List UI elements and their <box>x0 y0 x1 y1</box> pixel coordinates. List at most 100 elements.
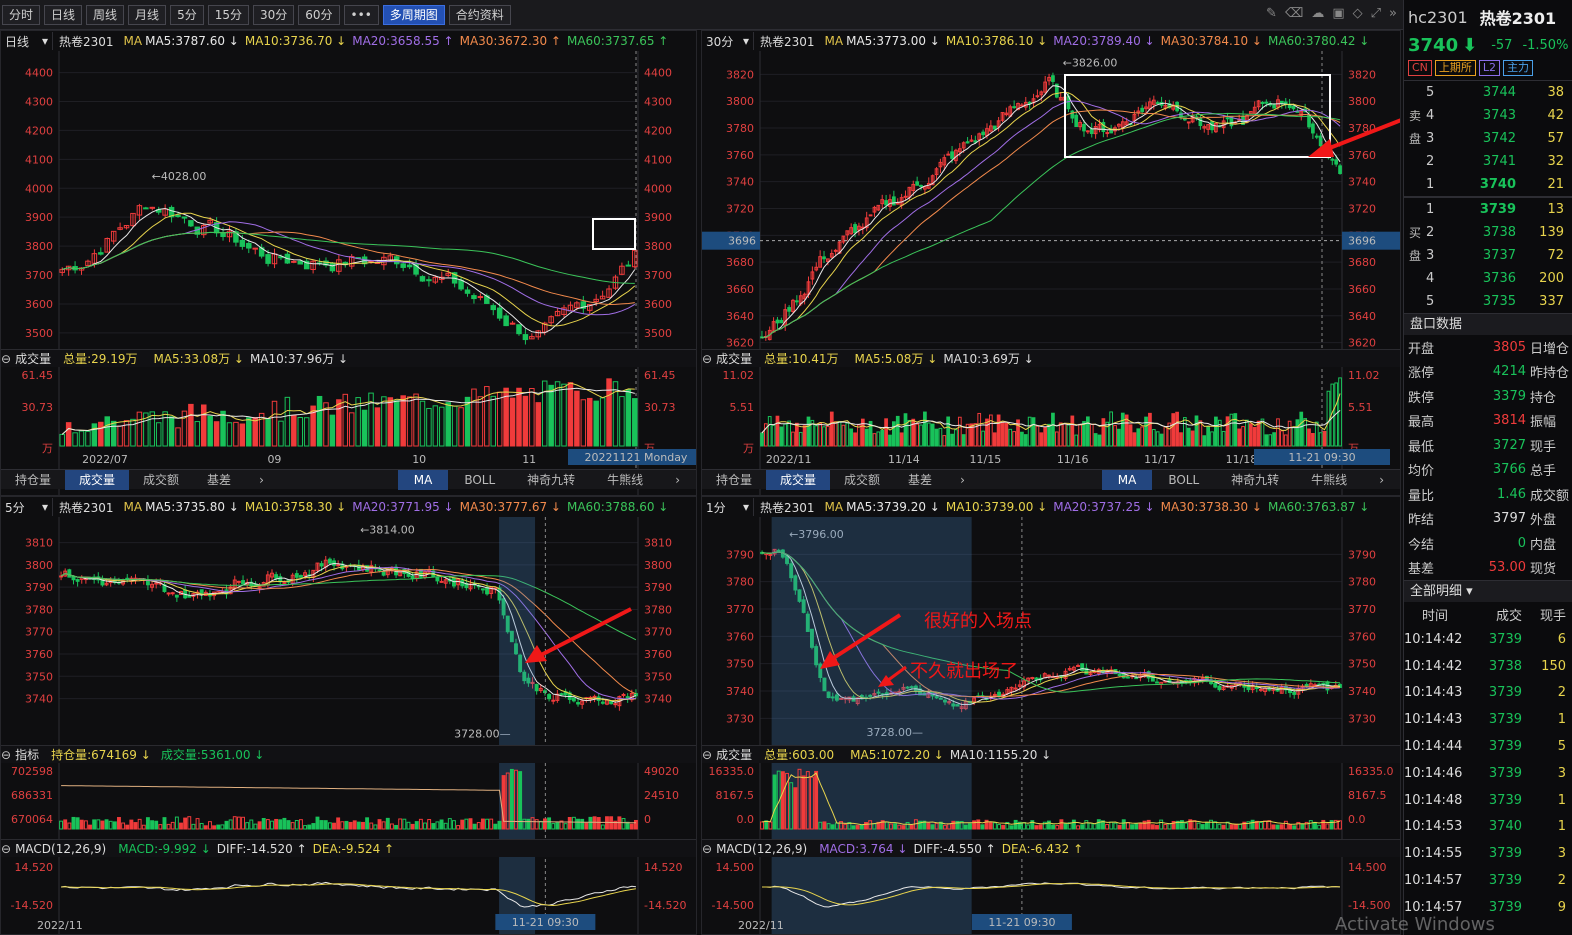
period-button-0[interactable]: 分时 <box>2 4 41 25</box>
volume-bar <box>1163 426 1168 447</box>
collapse-icon[interactable]: ⊖ <box>1 352 11 366</box>
candle-body <box>187 595 192 598</box>
collapse-icon[interactable]: ⊖ <box>702 352 712 366</box>
period-button-4[interactable]: 5分 <box>170 4 204 25</box>
tick-time: 10:14:57 <box>1404 899 1463 915</box>
volume-bar <box>522 395 529 447</box>
volume-bar <box>779 426 784 447</box>
ma60-line <box>62 231 635 284</box>
chevron-right-icon[interactable]: › <box>946 470 979 490</box>
volume-bar <box>923 411 927 447</box>
volume-bar <box>1299 411 1304 447</box>
selection-range[interactable] <box>499 517 536 935</box>
period-button-10[interactable]: 合约资料 <box>448 4 511 25</box>
tick-volume: 3 <box>1557 846 1566 862</box>
volume-bar <box>278 819 283 830</box>
tool-icon-6[interactable]: » <box>1389 6 1397 21</box>
bid-row[interactable]: 4 3736 200 <box>1404 267 1572 290</box>
volume-header: ⊖ 成交量 总量:29.19万 MA5:33.08万 ↓ MA10:37.96万 ↓ <box>1 349 696 367</box>
volume-bar <box>1034 825 1039 830</box>
volume-bar <box>580 399 587 447</box>
tab-1[interactable]: 成交量 <box>65 469 130 490</box>
tool-icon-5[interactable]: ⤢ <box>1371 6 1381 21</box>
tab-2[interactable]: 成交额 <box>129 470 193 490</box>
tab-3[interactable]: 基差 <box>894 470 946 490</box>
ask-row[interactable]: 1 3740 21 <box>1404 173 1572 196</box>
badge-0[interactable]: CN <box>1408 60 1432 76</box>
ticks-header[interactable]: 全部明细 ▾ <box>1404 580 1572 602</box>
collapse-icon[interactable]: ⊖ <box>702 842 712 856</box>
volume-bar <box>199 822 204 830</box>
bid-volume: 72 <box>1547 248 1564 263</box>
tick-time: 10:14:43 <box>1404 712 1463 728</box>
bid-row[interactable]: 盘 3 3737 72 <box>1404 244 1572 267</box>
tool-icon-0[interactable]: ✎ <box>1266 6 1277 21</box>
tab-0[interactable]: 持仓量 <box>702 470 766 490</box>
chart-svg[interactable]: 3820 38203800 38003780 37803760 37603740 3740… <box>702 31 1401 496</box>
ask-row[interactable]: 盘 3 3742 57 <box>1404 127 1572 150</box>
badge-3[interactable]: 主力 <box>1503 60 1534 76</box>
collapse-icon[interactable]: ⊖ <box>702 748 712 762</box>
selection-range[interactable] <box>771 517 972 935</box>
chart-svg[interactable]: 4400 4400 4300 4300 4200 4200 4100 4100 4000 4000… <box>1 31 697 496</box>
overlay-tab-1[interactable]: BOLL <box>1152 470 1215 490</box>
y-axis-label: 3780 <box>25 603 53 616</box>
diff-value: DIFF:-14.520 ↑ <box>216 841 307 856</box>
volume-bar <box>195 818 200 830</box>
period-button-7[interactable]: 60分 <box>298 4 340 25</box>
chart-svg[interactable]: 3810 3810 3800 3800 3790 3790 3780 3780 3770 3770… <box>1 497 697 935</box>
overlay-tab-1[interactable]: BOLL <box>448 470 511 490</box>
volume-bar <box>1300 823 1305 830</box>
volume-bar <box>398 818 403 830</box>
overlay-tab-3[interactable]: 牛熊线 <box>1295 470 1363 490</box>
volume-bar <box>245 822 250 830</box>
candle-body <box>98 252 104 255</box>
chevron-right-icon[interactable]: › <box>1363 470 1400 490</box>
tool-icon-4[interactable]: ◇ <box>1353 6 1363 21</box>
chart-svg[interactable]: 3790 3790 3780 3780 3770 3770 3760 3760 3750 3750… <box>702 497 1401 935</box>
tick-time: 10:14:53 <box>1404 819 1463 835</box>
overlay-tab-2[interactable]: 神奇九转 <box>511 470 591 490</box>
period-button-9[interactable]: 多周期图 <box>382 4 445 25</box>
overlay-tab-0[interactable]: MA <box>397 469 449 490</box>
volume-bar <box>96 819 101 830</box>
period-button-3[interactable]: 月线 <box>128 4 167 25</box>
overlay-tab-3[interactable]: 牛熊线 <box>591 470 659 490</box>
overlay-tab-2[interactable]: 神奇九转 <box>1215 470 1295 490</box>
volume-bar <box>600 824 605 830</box>
period-button-6[interactable]: 30分 <box>252 4 295 25</box>
crosshair-price: 3696 <box>728 235 756 248</box>
tool-icon-1[interactable]: ⌫ <box>1285 6 1303 21</box>
period-button-5[interactable]: 15分 <box>207 4 249 25</box>
bid-row[interactable]: 5 3735 337 <box>1404 290 1572 313</box>
tab-2[interactable]: 成交额 <box>830 470 894 490</box>
volume-bar <box>439 406 445 447</box>
candle-body <box>1034 677 1039 680</box>
tab-1[interactable]: 成交量 <box>766 469 831 490</box>
tab-3[interactable]: 基差 <box>193 470 245 490</box>
bid-row[interactable]: 买 2 3738 139 <box>1404 221 1572 244</box>
volume-bar <box>274 818 279 830</box>
period-button-2[interactable]: 周线 <box>86 4 125 25</box>
badge-2[interactable]: L2 <box>1478 60 1501 76</box>
chevron-right-icon[interactable]: › <box>245 470 278 490</box>
volume-bar <box>271 400 278 447</box>
period-button-1[interactable]: 日线 <box>44 4 83 25</box>
ask-row[interactable]: 2 3741 32 <box>1404 150 1572 173</box>
chevron-right-icon[interactable]: › <box>659 470 696 490</box>
overlay-tab-0[interactable]: MA <box>1101 469 1153 490</box>
volume-bar <box>329 414 336 447</box>
candle-body <box>282 581 287 584</box>
tab-0[interactable]: 持仓量 <box>1 470 65 490</box>
ask-row[interactable]: 卖 4 3743 42 <box>1404 104 1572 127</box>
tool-icon-3[interactable]: ▣ <box>1332 6 1344 21</box>
y-axis-label: 4300 <box>25 95 53 108</box>
badge-1[interactable]: 上期所 <box>1434 60 1476 76</box>
stat-row: 最高 3814 振幅 <box>1404 409 1572 434</box>
ask-row[interactable]: 5 3744 38 <box>1404 81 1572 104</box>
collapse-icon[interactable]: ⊖ <box>1 842 11 856</box>
period-button-8[interactable]: ••• <box>343 4 379 25</box>
collapse-icon[interactable]: ⊖ <box>1 748 11 762</box>
bid-row[interactable]: 1 3739 13 <box>1404 198 1572 221</box>
tool-icon-2[interactable]: ☁ <box>1311 6 1324 21</box>
